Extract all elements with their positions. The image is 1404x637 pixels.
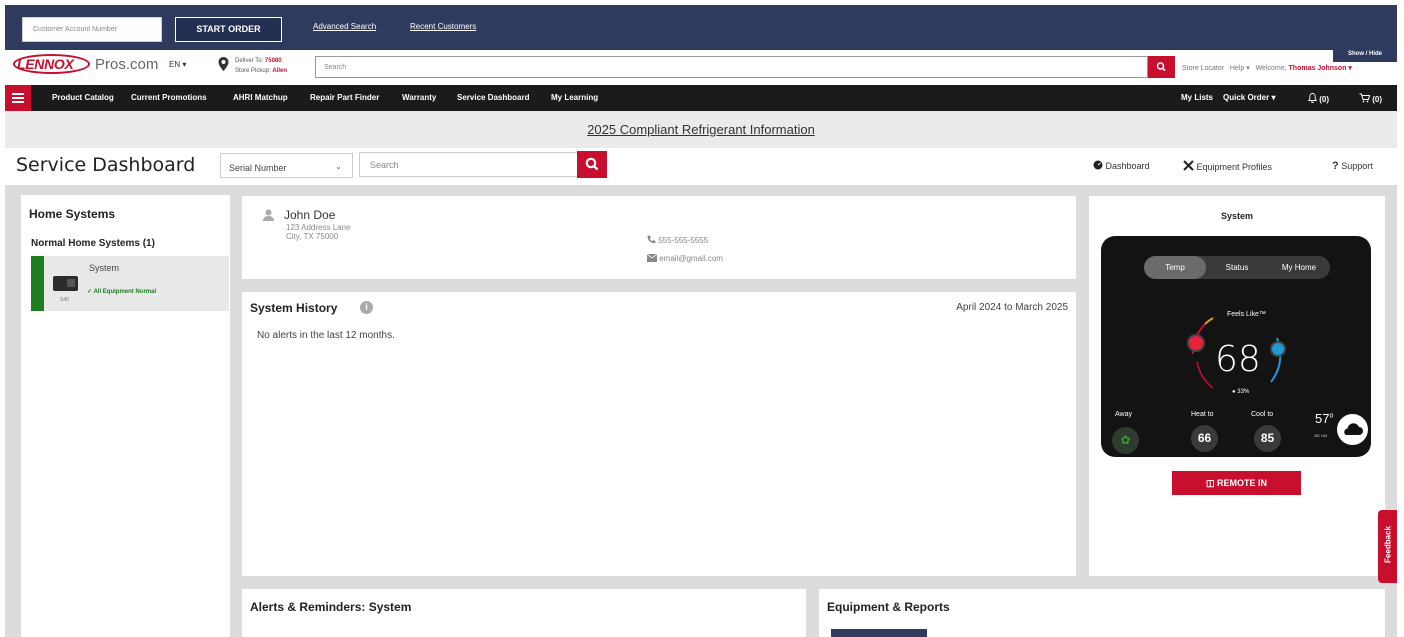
- user-menu[interactable]: Thomas Johnson ▾: [1289, 65, 1352, 72]
- cool-to-label: Cool to: [1251, 411, 1274, 418]
- customer-info-panel: John Doe 123 Address Lane City, TX 75000…: [242, 196, 1076, 279]
- dashboard-link[interactable]: Dashboard: [1093, 160, 1150, 171]
- away-label: Away: [1115, 411, 1132, 418]
- gauge-icon: [1093, 160, 1103, 170]
- customer-address: 123 Address Lane City, TX 75000: [286, 223, 351, 241]
- advanced-search-link[interactable]: Advanced Search: [313, 22, 376, 31]
- system-model: S40: [60, 297, 69, 303]
- cool-setpoint[interactable]: 85: [1254, 425, 1281, 452]
- history-date-range: April 2024 to March 2025: [956, 302, 1068, 313]
- question-icon: ?: [1332, 160, 1339, 172]
- person-icon: [263, 209, 274, 221]
- welcome-text: Welcome,: [1255, 65, 1287, 72]
- feedback-tab[interactable]: Feedback: [1378, 510, 1397, 583]
- system-history-panel: System History i April 2024 to March 202…: [242, 292, 1076, 576]
- quick-order-menu[interactable]: Quick Order ▾: [1223, 93, 1275, 102]
- humidity-reading: ● 33%: [1232, 389, 1250, 395]
- home-systems-title: Home Systems: [29, 207, 116, 221]
- logo-text: LENNOX: [17, 56, 74, 72]
- customer-account-input[interactable]: Customer Account Number: [22, 17, 162, 42]
- chevron-down-icon: ⌄: [335, 162, 342, 171]
- alerts-reminders-title: Alerts & Reminders: System: [250, 600, 412, 614]
- nav-product-catalog[interactable]: Product Catalog: [52, 93, 114, 102]
- weather-button[interactable]: [1337, 414, 1368, 445]
- show-hide-button[interactable]: Show / Hide: [1333, 48, 1397, 62]
- refrigerant-info-link[interactable]: 2025 Compliant Refrigerant Information: [5, 122, 1397, 137]
- system-status: ✓ All Equipment Normal: [87, 289, 157, 295]
- nav-warranty[interactable]: Warranty: [402, 93, 436, 102]
- help-menu[interactable]: Help ▾: [1230, 65, 1250, 72]
- system-name: System: [89, 263, 120, 273]
- site-search-input[interactable]: Search: [315, 56, 1148, 78]
- dashboard-search-input[interactable]: Search: [359, 152, 578, 177]
- cart-icon: [1359, 93, 1371, 103]
- location-pin-icon: [218, 57, 229, 71]
- feels-like-label: Feels Like™: [1227, 311, 1266, 318]
- nav-my-learning[interactable]: My Learning: [551, 93, 598, 102]
- info-icon[interactable]: i: [360, 301, 373, 314]
- notifications-button[interactable]: (0): [1307, 93, 1329, 104]
- search-type-select[interactable]: Serial Number ⌄: [220, 153, 353, 178]
- main-nav: Product Catalog Current Promotions AHRI …: [5, 85, 1397, 111]
- system-panel: System Temp Status My Home Feels Like™ 6…: [1089, 196, 1385, 576]
- equipment-tab[interactable]: [831, 629, 927, 637]
- recent-customers-link[interactable]: Recent Customers: [410, 22, 476, 31]
- dashboard-search-button[interactable]: [577, 151, 607, 178]
- menu-icon[interactable]: [5, 85, 31, 111]
- nav-current-promotions[interactable]: Current Promotions: [131, 93, 207, 102]
- network-icon: ◫: [1205, 478, 1215, 488]
- store-locator-link[interactable]: Store Locator: [1182, 65, 1224, 72]
- status-indicator: [31, 256, 44, 311]
- nav-service-dashboard[interactable]: Service Dashboard: [457, 93, 529, 102]
- search-icon: [1156, 62, 1166, 72]
- alerts-reminders-panel: Alerts & Reminders: System: [242, 589, 806, 637]
- equipment-reports-panel: Equipment & Reports: [819, 589, 1385, 637]
- site-search-button[interactable]: [1148, 56, 1175, 78]
- nav-repair-part-finder[interactable]: Repair Part Finder: [310, 93, 379, 102]
- tools-icon: [1183, 160, 1194, 171]
- search-icon: [585, 157, 599, 171]
- system-panel-title: System: [1220, 211, 1254, 221]
- leaf-icon[interactable]: ✿: [1112, 427, 1139, 454]
- start-order-button[interactable]: START ORDER: [175, 17, 282, 42]
- order-bar: Customer Account Number START ORDER Adva…: [5, 5, 1397, 50]
- support-link[interactable]: ? Support: [1332, 160, 1373, 172]
- customer-email[interactable]: email@gmail.com: [646, 253, 723, 263]
- thermostat-thumbnail: [53, 276, 78, 291]
- system-history-title: System History: [250, 301, 338, 315]
- page-title: Service Dashboard: [16, 154, 196, 176]
- normal-systems-heading: Normal Home Systems (1): [31, 238, 155, 249]
- outdoor-temperature: 57o: [1315, 411, 1334, 426]
- my-lists-link[interactable]: My Lists: [1181, 93, 1213, 102]
- nav-ahri-matchup[interactable]: AHRI Matchup: [233, 93, 288, 102]
- no-alerts-message: No alerts in the last 12 months.: [257, 330, 395, 341]
- system-list-item[interactable]: S40 System ✓ All Equipment Normal: [31, 256, 229, 311]
- cloud-icon: [1344, 423, 1363, 435]
- droplet-icon: ●: [1232, 389, 1236, 395]
- heat-setpoint[interactable]: 66: [1191, 425, 1218, 452]
- utility-links: Store Locator Help ▾ Welcome, Thomas Joh…: [1182, 64, 1352, 72]
- email-icon: [646, 253, 658, 262]
- customer-phone[interactable]: 555-555-5555: [647, 235, 708, 245]
- thermostat-display: Temp Status My Home Feels Like™ 68 ● 33%…: [1101, 236, 1371, 457]
- site-name: Pros.com: [95, 56, 159, 73]
- remote-in-button[interactable]: ◫ REMOTE IN: [1172, 471, 1301, 495]
- delivery-info[interactable]: Deliver To: 75080 Store Pickup: Allen: [235, 56, 287, 76]
- language-select[interactable]: EN ▾: [169, 60, 186, 69]
- customer-name: John Doe: [284, 208, 336, 222]
- refrigerant-banner: 2025 Compliant Refrigerant Information: [5, 111, 1397, 148]
- equipment-profiles-link[interactable]: Equipment Profiles: [1183, 160, 1272, 172]
- outdoor-range: ↓53 ↑63: [1313, 433, 1328, 438]
- equipment-reports-title: Equipment & Reports: [827, 600, 950, 614]
- current-temperature: 68: [1215, 339, 1261, 380]
- bell-icon: [1307, 93, 1318, 103]
- cart-button[interactable]: (0): [1359, 93, 1382, 104]
- phone-icon: [647, 235, 656, 244]
- home-systems-panel: Home Systems Normal Home Systems (1) S40…: [21, 195, 230, 637]
- heat-to-label: Heat to: [1191, 411, 1214, 418]
- brand-header: LENNOX Pros.com EN ▾ Deliver To: 75080 S…: [5, 48, 1397, 85]
